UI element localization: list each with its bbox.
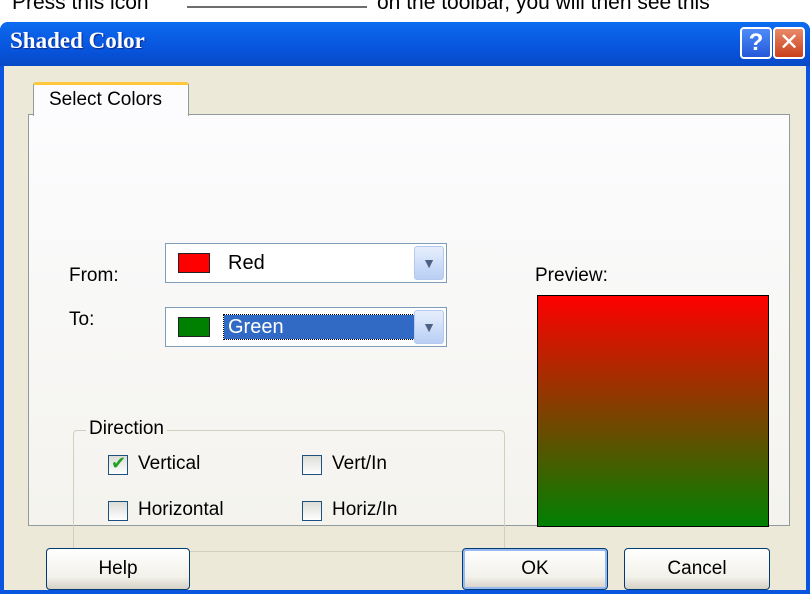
checkbox-vertical[interactable]: ✔ (108, 453, 128, 475)
checkbox-vert-in[interactable] (302, 455, 322, 475)
from-color-value: Red (228, 252, 265, 274)
to-color-value: Green (223, 314, 419, 340)
checkbox-label: Horizontal (138, 499, 224, 520)
gradient-preview (537, 295, 769, 527)
chevron-down-icon[interactable]: ▼ (414, 246, 444, 280)
direction-group: Direction ✔ Vertical Vert/In Horizontal … (73, 418, 505, 552)
dialog-title: Shaded Color (10, 28, 145, 53)
title-bar[interactable]: Shaded Color ? ✕ (0, 22, 810, 66)
checkbox-label: Horiz/In (332, 499, 398, 520)
tab-panel: From: Red ▼ To: Green ▼ Preview: Directi… (28, 114, 790, 552)
chevron-down-icon[interactable]: ▼ (414, 310, 444, 344)
from-color-swatch (178, 253, 210, 273)
toolbar-icon-image (187, 0, 367, 8)
background-instruction-text: Press this icon on the toolbar, you will… (0, 0, 810, 22)
tab-select-colors[interactable]: Select Colors (33, 82, 189, 116)
tab-label: Select Colors (49, 89, 162, 110)
to-label: To: (69, 309, 95, 330)
help-button[interactable]: Help (46, 548, 190, 590)
checkbox-label: Vertical (138, 453, 201, 474)
cancel-button[interactable]: Cancel (624, 548, 770, 590)
from-label: From: (69, 265, 119, 286)
from-color-dropdown[interactable]: Red ▼ (165, 243, 447, 283)
checkmark-icon: ✔ (111, 453, 127, 473)
instruction-text-before: Press this icon (12, 0, 149, 14)
shaded-color-dialog: Shaded Color ? ✕ Select Colors From: Red… (0, 22, 810, 594)
close-icon[interactable]: ✕ (773, 27, 805, 59)
to-color-dropdown[interactable]: Green ▼ (165, 307, 447, 347)
checkbox-horizontal[interactable] (108, 501, 128, 521)
checkbox-label: Vert/In (332, 453, 387, 474)
ok-button[interactable]: OK (462, 548, 608, 590)
to-color-swatch (178, 317, 210, 337)
help-icon[interactable]: ? (740, 27, 772, 59)
checkbox-horiz-in[interactable] (302, 501, 322, 521)
preview-label: Preview: (535, 265, 608, 286)
dialog-body: Select Colors From: Red ▼ To: Green ▼ Pr… (4, 66, 806, 590)
instruction-text-after: on the toolbar, you will then see this (377, 0, 710, 14)
direction-label: Direction (86, 418, 167, 440)
